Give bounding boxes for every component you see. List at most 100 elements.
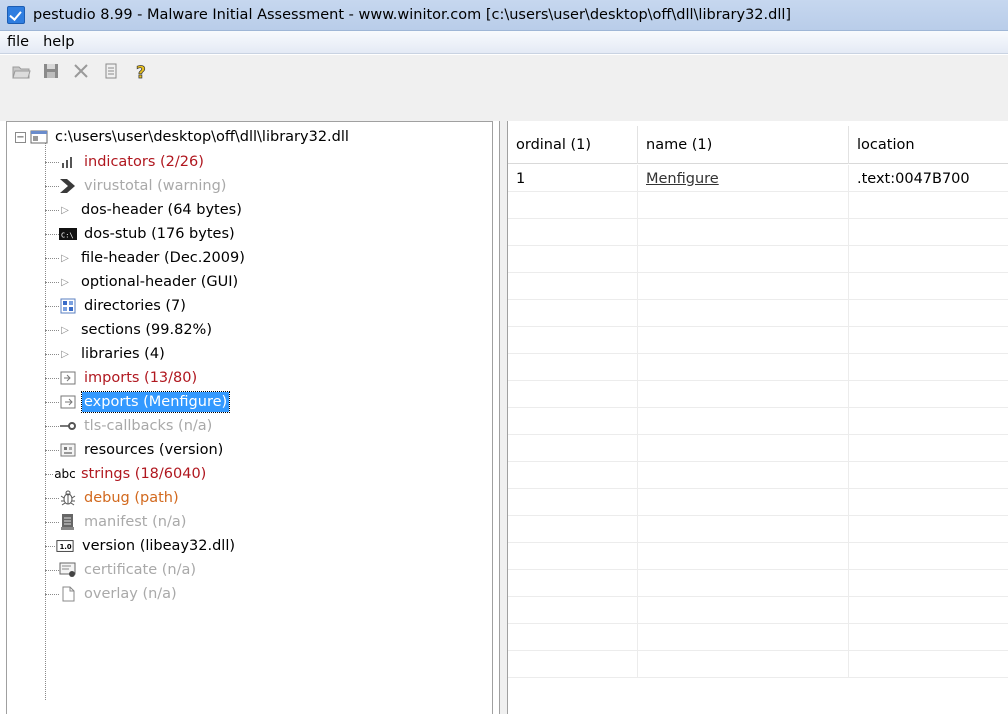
tree-item-dos-header[interactable]: ▷ dos-header (64 bytes) bbox=[45, 198, 244, 222]
tree-pane: − c:\users\user\desktop\off\dll\library3… bbox=[6, 121, 493, 714]
table-row-empty bbox=[508, 327, 1008, 354]
exports-table-pane: ordinal (1) name (1) location 1 Menfigur… bbox=[499, 121, 1008, 714]
tree-item-libraries[interactable]: ▷ libraries (4) bbox=[45, 342, 167, 366]
cell-ordinal: 1 bbox=[508, 165, 638, 192]
expand-arrow-icon[interactable]: ▷ bbox=[59, 253, 71, 264]
table-row-empty bbox=[508, 192, 1008, 219]
expand-arrow-icon[interactable]: ▷ bbox=[59, 349, 71, 360]
tree-item-virustotal[interactable]: virustotal (warning) bbox=[45, 174, 228, 198]
collapse-icon[interactable]: − bbox=[15, 131, 26, 143]
debug-bug-icon bbox=[59, 489, 77, 507]
table-row-empty bbox=[508, 354, 1008, 381]
table-row-empty bbox=[508, 219, 1008, 246]
tree-item-label: resources (version) bbox=[84, 442, 224, 458]
window-title: pestudio 8.99 - Malware Initial Assessme… bbox=[33, 7, 792, 23]
tree-item-directories[interactable]: directories (7) bbox=[45, 294, 188, 318]
tree-item-resources[interactable]: resources (version) bbox=[45, 438, 225, 462]
exports-icon bbox=[59, 393, 77, 411]
export-name-link[interactable]: Menfigure bbox=[646, 171, 719, 187]
tree-item-debug[interactable]: debug (path) bbox=[45, 486, 181, 510]
title-bar: pestudio 8.99 - Malware Initial Assessme… bbox=[0, 0, 1008, 31]
tree-item-label: tls-callbacks (n/a) bbox=[84, 418, 213, 434]
table-row-empty bbox=[508, 516, 1008, 543]
tree-item-file-header[interactable]: ▷ file-header (Dec.2009) bbox=[45, 246, 247, 270]
directories-icon bbox=[59, 297, 77, 315]
tls-callbacks-icon bbox=[59, 417, 77, 435]
tree-item-sections[interactable]: ▷ sections (99.82%) bbox=[45, 318, 214, 342]
virustotal-icon bbox=[59, 177, 77, 195]
tree-item-manifest[interactable]: manifest (n/a) bbox=[45, 510, 188, 534]
overlay-icon bbox=[59, 585, 77, 603]
expand-arrow-icon[interactable]: ▷ bbox=[59, 325, 71, 336]
column-header-ordinal[interactable]: ordinal (1) bbox=[508, 126, 638, 164]
manifest-icon bbox=[59, 513, 77, 531]
tree-item-overlay[interactable]: overlay (n/a) bbox=[45, 582, 179, 606]
tree-item-version[interactable]: 1.0 version (libeay32.dll) bbox=[45, 534, 237, 558]
expand-arrow-icon[interactable]: ▷ bbox=[59, 277, 71, 288]
tree-item-imports[interactable]: imports (13/80) bbox=[45, 366, 199, 390]
tree-item-optional-header[interactable]: ▷ optional-header (GUI) bbox=[45, 270, 240, 294]
table-header: ordinal (1) name (1) location bbox=[508, 126, 1008, 164]
table-row-empty bbox=[508, 435, 1008, 462]
tree-item-dos-stub[interactable]: C:\ dos-stub (176 bytes) bbox=[45, 222, 237, 246]
tree-root-label: c:\users\user\desktop\off\dll\library32.… bbox=[55, 129, 349, 145]
table-row-empty bbox=[508, 273, 1008, 300]
cell-location: .text:0047B700 bbox=[849, 165, 1008, 192]
tree-root[interactable]: − c:\users\user\desktop\off\dll\library3… bbox=[15, 125, 351, 149]
table-row-empty bbox=[508, 300, 1008, 327]
tree-item-label: strings (18/6040) bbox=[81, 466, 207, 482]
console-icon-text: C:\ bbox=[61, 232, 74, 240]
tree-item-strings[interactable]: abc strings (18/6040) bbox=[45, 462, 208, 486]
tree-item-label: dos-header (64 bytes) bbox=[81, 202, 242, 218]
tree-item-label: libraries (4) bbox=[81, 346, 165, 362]
tree-item-certificate[interactable]: certificate (n/a) bbox=[45, 558, 198, 582]
tree-item-label: exports (Menfigure) bbox=[80, 391, 231, 413]
table-row-empty bbox=[508, 489, 1008, 516]
table-row-empty bbox=[508, 624, 1008, 651]
document-icon[interactable] bbox=[100, 60, 122, 82]
toolbar: ? bbox=[0, 55, 1008, 121]
column-header-location[interactable]: location bbox=[849, 126, 1008, 164]
close-icon[interactable] bbox=[70, 60, 92, 82]
table-row-empty bbox=[508, 462, 1008, 489]
tree-item-label: indicators (2/26) bbox=[84, 154, 204, 170]
tree-item-label: debug (path) bbox=[84, 490, 179, 506]
version-icon-text: 1.0 bbox=[60, 543, 72, 551]
table-body: 1 Menfigure .text:0047B700 bbox=[508, 165, 1008, 678]
open-folder-icon[interactable] bbox=[10, 60, 32, 82]
table-row-empty bbox=[508, 543, 1008, 570]
resources-icon bbox=[59, 441, 77, 459]
svg-text:?: ? bbox=[136, 63, 146, 81]
imports-icon bbox=[59, 369, 77, 387]
tree-item-label: version (libeay32.dll) bbox=[82, 538, 236, 554]
table-row-empty bbox=[508, 246, 1008, 273]
save-icon[interactable] bbox=[40, 60, 62, 82]
version-icon: 1.0 bbox=[55, 537, 75, 555]
tree-item-label: dos-stub (176 bytes) bbox=[84, 226, 235, 242]
menu-bar: file help bbox=[0, 31, 1008, 54]
tree-item-label: manifest (n/a) bbox=[84, 514, 187, 530]
console-icon: C:\ bbox=[59, 225, 77, 243]
table-row-empty bbox=[508, 651, 1008, 678]
help-icon[interactable]: ? bbox=[130, 60, 152, 82]
strings-icon: abc bbox=[54, 467, 76, 481]
table-row-empty bbox=[508, 597, 1008, 624]
cell-name-wrap: Menfigure bbox=[638, 165, 849, 192]
table-row[interactable]: 1 Menfigure .text:0047B700 bbox=[508, 165, 1008, 192]
tree-item-tls-callbacks[interactable]: tls-callbacks (n/a) bbox=[45, 414, 214, 438]
tree-item-indicators[interactable]: indicators (2/26) bbox=[45, 150, 206, 174]
tree-item-exports[interactable]: exports (Menfigure) bbox=[45, 390, 231, 414]
expand-arrow-icon[interactable]: ▷ bbox=[59, 205, 71, 216]
tree-item-label: overlay (n/a) bbox=[84, 586, 177, 602]
table-row-empty bbox=[508, 381, 1008, 408]
menu-help[interactable]: help bbox=[36, 34, 81, 50]
table-row-empty bbox=[508, 408, 1008, 435]
menu-file[interactable]: file bbox=[0, 34, 36, 50]
table-row-empty bbox=[508, 570, 1008, 597]
tree-item-label: virustotal (warning) bbox=[84, 178, 227, 194]
indicators-icon bbox=[59, 153, 77, 171]
tree-item-label: directories (7) bbox=[84, 298, 186, 314]
tree-item-label: certificate (n/a) bbox=[84, 562, 197, 578]
tree-item-label: optional-header (GUI) bbox=[81, 274, 239, 290]
column-header-name[interactable]: name (1) bbox=[638, 126, 849, 164]
